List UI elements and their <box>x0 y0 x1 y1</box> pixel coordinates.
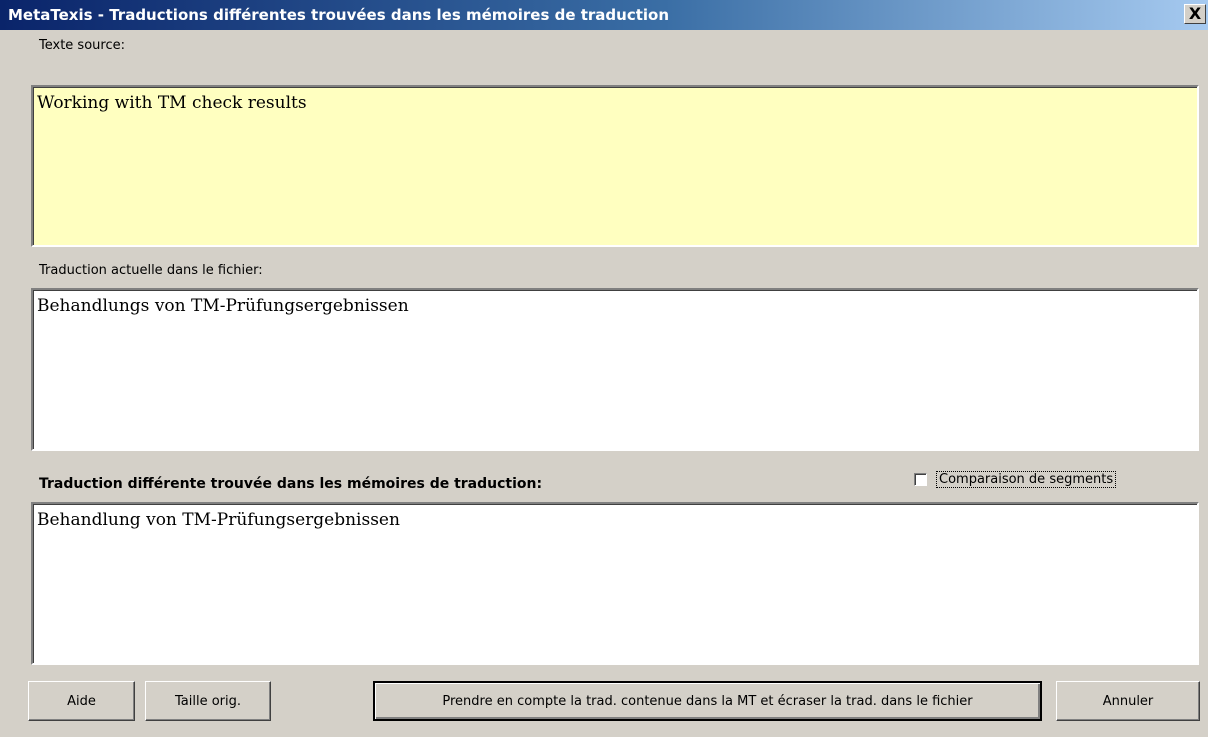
segment-comparison-label[interactable]: Comparaison de segments <box>936 470 1117 488</box>
accept-overwrite-button[interactable]: Prendre en compte la trad. contenue dans… <box>373 681 1042 721</box>
original-size-button[interactable]: Taille orig. <box>145 681 271 721</box>
current-translation-label: Traduction actuelle dans le fichier: <box>39 263 263 278</box>
different-translation-field[interactable]: Behandlung von TM-Prüfungsergebnissen <box>31 502 1199 665</box>
help-button[interactable]: Aide <box>28 681 135 721</box>
different-translation-label: Traduction différente trouvée dans les m… <box>39 476 543 492</box>
source-label: Texte source: <box>39 38 125 53</box>
title-bar: MetaTexis - Traductions différentes trou… <box>0 0 1208 30</box>
close-button[interactable]: X <box>1184 4 1206 24</box>
segment-comparison-checkbox[interactable] <box>914 472 927 486</box>
segment-comparison-option[interactable]: Comparaison de segments <box>914 469 1117 489</box>
close-icon: X <box>1188 4 1202 23</box>
cancel-button[interactable]: Annuler <box>1056 681 1200 721</box>
current-translation-field[interactable]: Behandlungs von TM-Prüfungsergebnissen <box>31 288 1199 451</box>
source-text-field[interactable]: Working with TM check results <box>31 85 1199 247</box>
window-title: MetaTexis - Traductions différentes trou… <box>8 6 670 24</box>
